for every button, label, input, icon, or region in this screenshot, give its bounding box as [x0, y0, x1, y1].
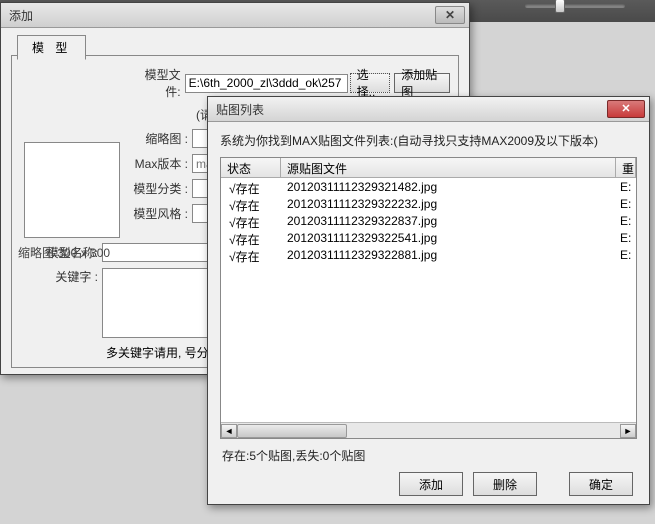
col-status[interactable]: 状态 — [221, 158, 281, 177]
browse-button[interactable]: 选择.. — [350, 73, 391, 93]
maplist-window: 贴图列表 ✕ 系统为你找到MAX贴图文件列表:(自动寻找只支持MAX2009及以… — [207, 96, 650, 505]
status-text: 存在:5个贴图,丢失:0个贴图 — [222, 447, 637, 464]
thumb-label: 缩略图 : — [132, 130, 192, 147]
maxver-label: Max版本 : — [132, 155, 192, 172]
cell-status: √存在 — [221, 214, 281, 231]
cell-status: √存在 — [221, 180, 281, 197]
col-source[interactable]: 源贴图文件 — [281, 158, 616, 177]
cell-ext: E: — [620, 248, 636, 265]
add-map-button[interactable]: 添加贴图 — [394, 73, 450, 93]
close-icon[interactable]: ✕ — [607, 100, 645, 118]
table-row[interactable]: √存在20120311112329322881.jpgE: — [221, 248, 636, 265]
cell-status: √存在 — [221, 231, 281, 248]
thumbnail-preview — [24, 142, 120, 238]
model-file-label: 模型文件: — [132, 66, 185, 100]
cell-file: 20120311112329322881.jpg — [281, 248, 620, 265]
cell-ext: E: — [620, 197, 636, 214]
style-label: 模型风格 : — [132, 205, 192, 222]
list-message: 系统为你找到MAX贴图文件列表:(自动寻找只支持MAX2009及以下版本) — [220, 132, 637, 149]
h-scrollbar[interactable]: ◄ ► — [221, 422, 636, 438]
table-header: 状态 源贴图文件 重 — [221, 158, 636, 178]
scroll-right-icon[interactable]: ► — [620, 424, 636, 438]
cell-file: 20120311112329322541.jpg — [281, 231, 620, 248]
maplist-title: 贴图列表 — [216, 101, 264, 118]
col-extra[interactable]: 重 — [616, 158, 636, 177]
model-file-input[interactable] — [185, 74, 348, 93]
slider-thumb[interactable] — [555, 0, 565, 13]
add-window-titlebar[interactable]: 添加 ✕ — [1, 3, 469, 28]
cell-ext: E: — [620, 214, 636, 231]
table-row[interactable]: √存在20120311112329322232.jpgE: — [221, 197, 636, 214]
cell-status: √存在 — [221, 248, 281, 265]
zoom-slider[interactable] — [525, 4, 625, 8]
thumbnail-caption: 缩略图:300 x 300 — [18, 244, 110, 261]
add-button[interactable]: 添加 — [399, 472, 463, 496]
keyword-label: 关键字 : — [42, 268, 102, 285]
delete-button[interactable]: 删除 — [473, 472, 537, 496]
cell-file: 20120311112329321482.jpg — [281, 180, 620, 197]
ok-button[interactable]: 确定 — [569, 472, 633, 496]
cell-file: 20120311112329322232.jpg — [281, 197, 620, 214]
scroll-thumb[interactable] — [237, 424, 347, 438]
cell-status: √存在 — [221, 197, 281, 214]
cell-ext: E: — [620, 180, 636, 197]
add-window-title: 添加 — [9, 7, 33, 24]
keyword-hint: 多关键字请用, 号分隔 — [106, 344, 221, 361]
map-table: 状态 源贴图文件 重 √存在20120311112329321482.jpgE:… — [220, 157, 637, 439]
category-label: 模型分类 : — [132, 180, 192, 197]
tab-strip: 模 型 — [11, 34, 459, 56]
cell-file: 20120311112329322837.jpg — [281, 214, 620, 231]
table-row[interactable]: √存在20120311112329322837.jpgE: — [221, 214, 636, 231]
table-row[interactable]: √存在20120311112329322541.jpgE: — [221, 231, 636, 248]
close-icon[interactable]: ✕ — [435, 6, 465, 24]
table-row[interactable]: √存在20120311112329321482.jpgE: — [221, 180, 636, 197]
cell-ext: E: — [620, 231, 636, 248]
maplist-titlebar[interactable]: 贴图列表 ✕ — [208, 97, 649, 122]
scroll-left-icon[interactable]: ◄ — [221, 424, 237, 438]
